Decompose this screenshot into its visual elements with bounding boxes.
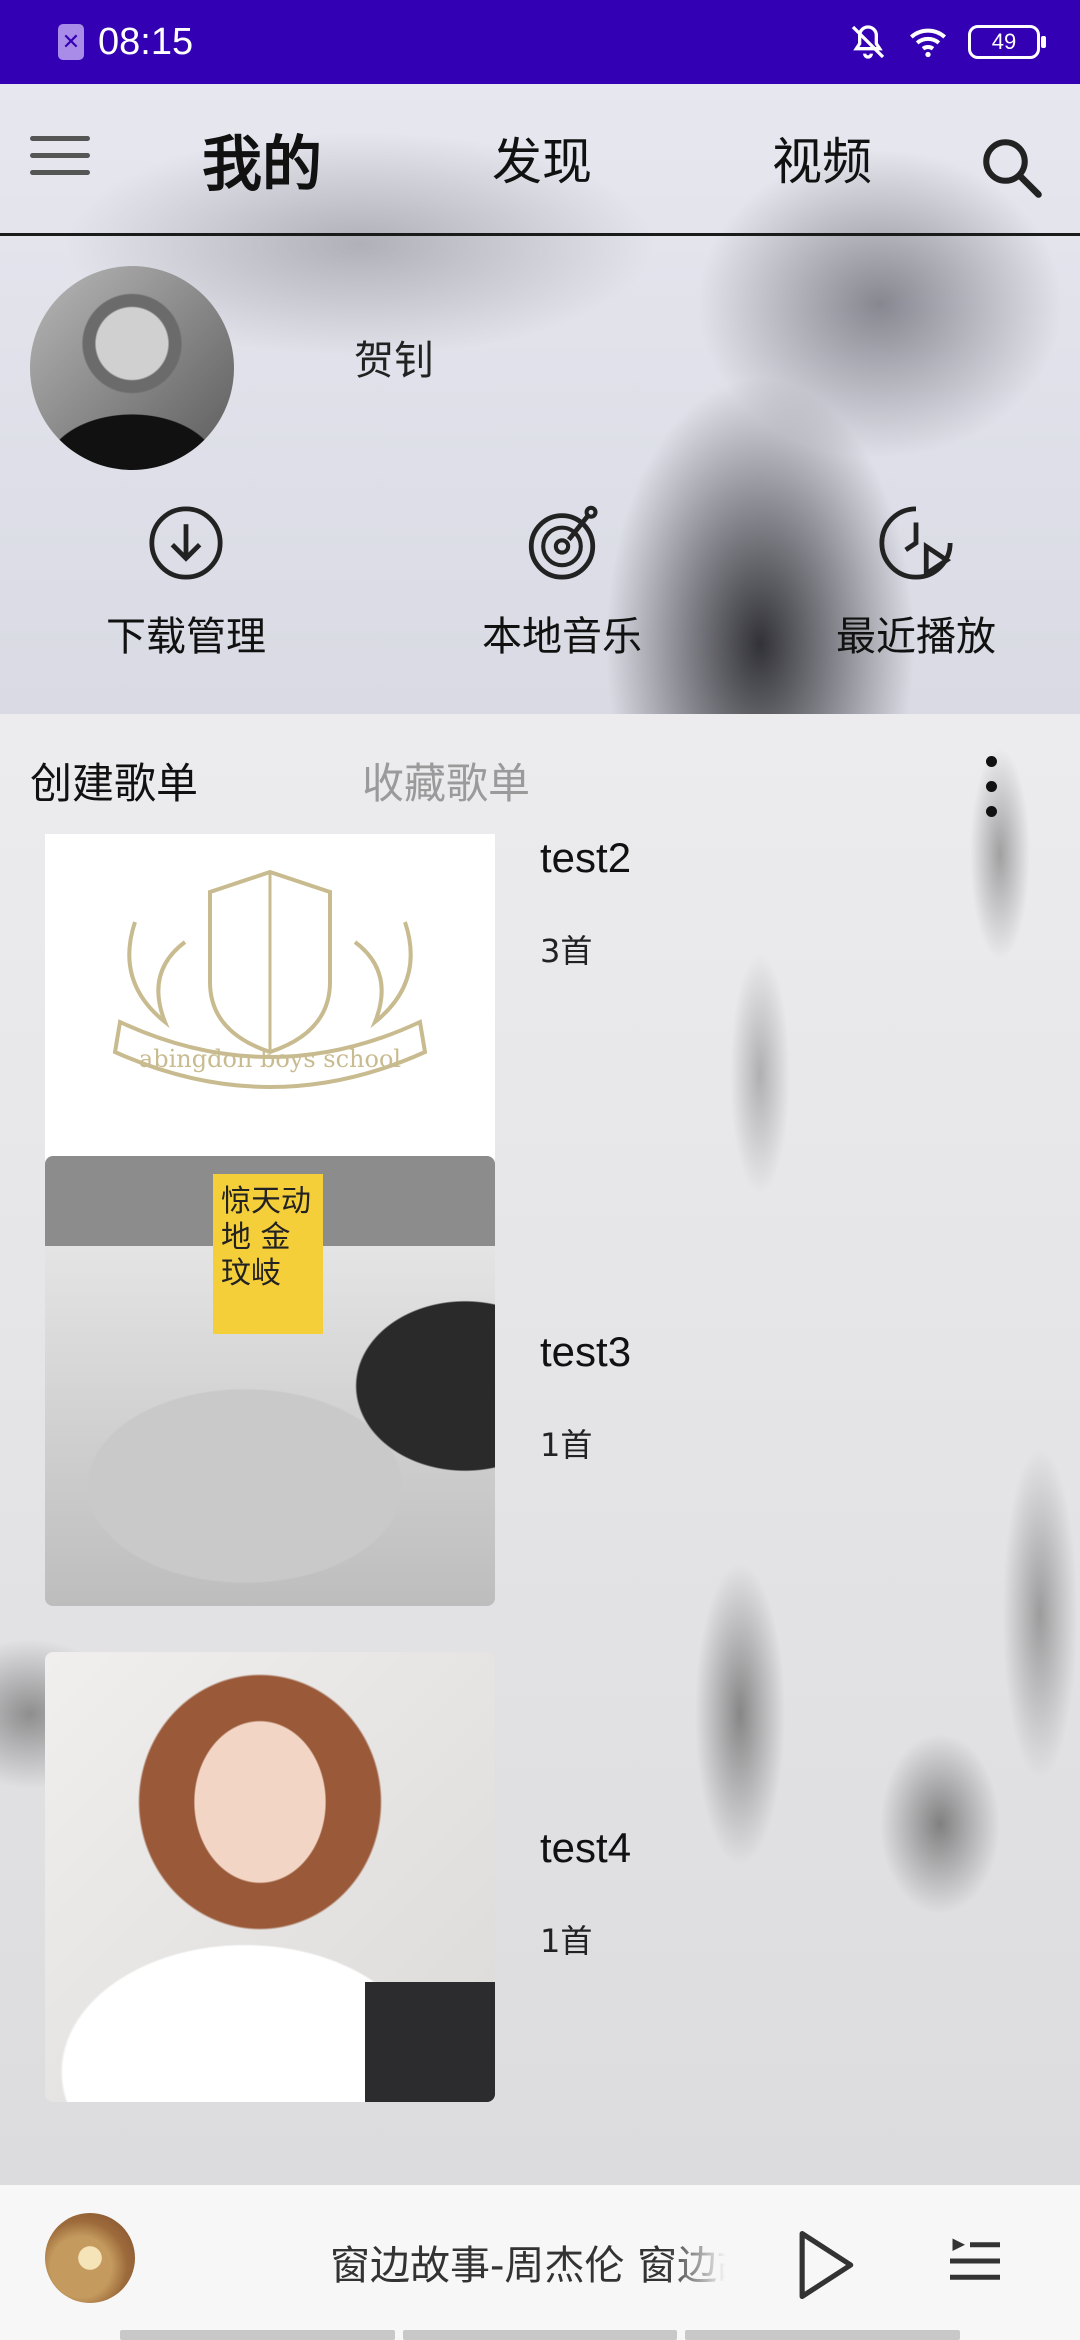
playlist-list[interactable]: abingdon boys school test2 3首 惊天动地 金玟岐 t… [0,834,1080,2184]
menu-icon[interactable] [30,136,90,180]
mini-player[interactable]: 窗边故事-周杰伦 窗边故事 [0,2184,1080,2340]
playlist-name: test2 [540,834,632,881]
mute-bell-icon [851,25,885,59]
top-nav: 我的 发现 视频 [0,84,1080,236]
more-options-icon[interactable] [980,756,1002,822]
local-music-label: 本地音乐 [482,614,642,660]
tab-video[interactable]: 视频 [772,122,872,194]
nav-gesture-bar [120,2330,961,2340]
now-playing-title[interactable]: 窗边故事-周杰伦 窗边故事 [330,2233,726,2293]
status-right: 49 [848,22,1046,62]
playlist-name: test4 [540,1824,632,1871]
status-bar: ✕ 08:15 49 [0,0,1080,84]
crest-logo-icon: abingdon boys school [112,869,428,1089]
recent-play-label: 最近播放 [836,614,996,660]
playlist-count: 1首 [540,1426,593,1464]
tab-discover[interactable]: 发现 [492,122,592,194]
battery-icon: 49 [968,25,1046,59]
battery-level: 49 [991,29,1017,54]
tab-mine[interactable]: 我的 [202,116,322,203]
recent-play-button[interactable]: 最近播放 [806,502,1026,662]
search-icon[interactable] [978,134,1044,200]
local-music-button[interactable]: 本地音乐 [452,502,672,662]
playlist-cover: abingdon boys school [45,834,495,1172]
tab-favorite-playlists[interactable]: 收藏歌单 [362,750,530,811]
wifi-icon [910,28,946,58]
play-icon[interactable] [790,2225,860,2305]
cover-shadow [365,1982,495,2102]
app-badge-icon: ✕ [58,24,84,60]
crest-text: abingdon boys school [139,1045,401,1073]
avatar[interactable] [30,266,234,470]
download-icon [149,506,223,580]
tab-created-playlists[interactable]: 创建歌单 [30,750,198,811]
playlist-item[interactable]: test4 1首 [0,1652,1080,2102]
status-left: ✕ 08:15 [58,21,193,64]
playlist-cover: 惊天动地 金玟岐 [45,1156,495,1606]
download-manage-label: 下载管理 [106,614,266,660]
album-art-disc[interactable] [45,2213,135,2303]
status-time: 08:15 [98,20,194,63]
playlist-queue-icon[interactable] [945,2231,1005,2291]
recent-play-icon [879,506,953,580]
playlist-name: test3 [540,1328,632,1375]
local-music-icon [528,505,598,580]
playlist-count: 3首 [540,932,593,970]
username[interactable]: 贺钊 [354,328,434,386]
album-title-tag: 惊天动地 金玟岐 [213,1174,323,1334]
playlist-item[interactable]: 惊天动地 金玟岐 test3 1首 [0,1156,1080,1606]
playlist-cover [45,1652,495,2102]
playlist-count: 1首 [540,1922,593,1960]
download-manage-button[interactable]: 下载管理 [76,502,296,662]
playlist-item[interactable]: abingdon boys school test2 3首 [0,834,1080,1172]
